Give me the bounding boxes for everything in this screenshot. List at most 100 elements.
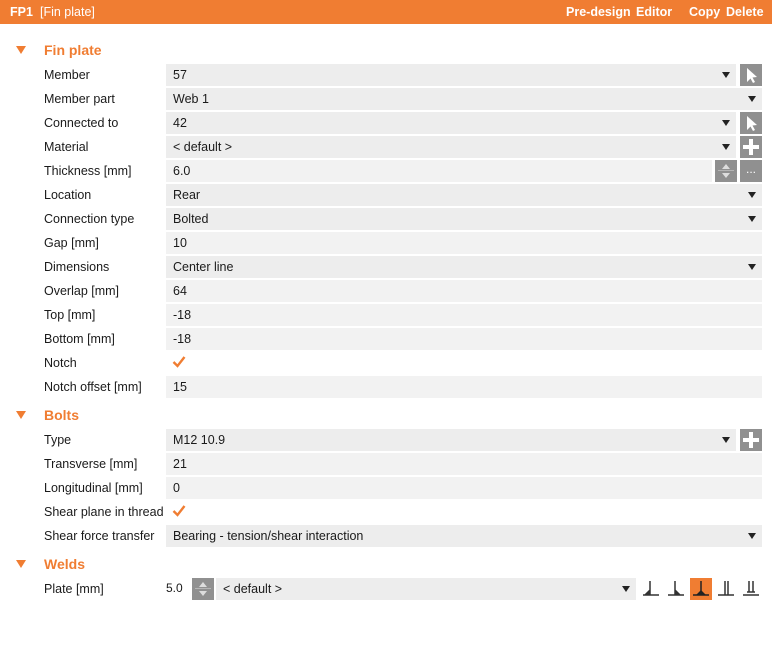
row-plate-weld: Plate [mm] 5.0 < default > [0,578,772,600]
thickness-input[interactable]: 6.0 [166,160,712,182]
row-member: Member 57 [0,64,772,86]
gap-label: Gap [mm] [44,236,99,250]
shear-force-transfer-value: Bearing - tension/shear interaction [173,529,364,543]
member-select[interactable]: 57 [166,64,736,86]
member-part-label: Member part [44,92,115,106]
thickness-value: 6.0 [173,164,191,178]
thickness-stepper[interactable] [715,160,737,182]
row-transverse: Transverse [mm] 21 [0,453,772,475]
material-select[interactable]: < default > [166,136,736,158]
pick-member-button[interactable] [740,64,762,86]
dimensions-select[interactable]: Center line [166,256,762,278]
connection-type-select[interactable]: Bolted [166,208,762,230]
add-material-button[interactable] [740,136,762,158]
step-down-icon[interactable] [722,173,730,178]
top-value: -18 [173,308,192,322]
longitudinal-input[interactable]: 0 [166,477,762,499]
section-bolts[interactable]: Bolts [0,403,772,427]
row-member-part: Member part Web 1 [0,88,772,110]
shear-force-transfer-label: Shear force transfer [44,529,155,543]
thickness-more-button[interactable]: ... [740,160,762,182]
partial-butt-weld-icon[interactable] [740,578,762,600]
stepper-divider [718,170,734,171]
bottom-input[interactable]: -18 [166,328,762,350]
butt-weld-icon[interactable] [715,578,737,600]
row-notch: Notch [0,352,772,374]
item-name: [Fin plate] [40,5,95,19]
section-title: Fin plate [44,42,102,58]
cursor-pick-icon [747,68,757,83]
plate-weld-label: Plate [mm] [44,582,104,596]
section-fin-plate[interactable]: Fin plate [0,38,772,62]
location-label: Location [44,188,92,202]
row-bottom: Bottom [mm] -18 [0,328,772,350]
dimensions-value: Center line [173,260,234,274]
member-part-value: Web 1 [173,92,209,106]
weld-material-value: < default > [223,582,283,596]
both-sided-fillet-weld-icon[interactable] [690,578,712,600]
section-title: Welds [44,556,85,572]
row-longitudinal: Longitudinal [mm] 0 [0,477,772,499]
member-label: Member [44,68,90,82]
row-thickness: Thickness [mm] 6.0 ... [0,160,772,182]
gap-input[interactable]: 10 [166,232,762,254]
top-input[interactable]: -18 [166,304,762,326]
notch-offset-input[interactable]: 15 [166,376,762,398]
row-shear-force-transfer: Shear force transfer Bearing - tension/s… [0,525,772,547]
bolt-type-value: M12 10.9 [173,433,226,447]
chevron-down-icon [622,586,630,592]
location-select[interactable]: Rear [166,184,762,206]
pre-design-button[interactable]: Pre-design [566,5,631,19]
material-value: < default > [173,140,233,154]
section-welds[interactable]: Welds [0,552,772,576]
plus-icon [743,139,759,155]
row-connection-type: Connection type Bolted [0,208,772,230]
chevron-down-icon [748,96,756,102]
shear-force-transfer-select[interactable]: Bearing - tension/shear interaction [166,525,762,547]
member-part-select[interactable]: Web 1 [166,88,762,110]
member-value: 57 [173,68,187,82]
cursor-pick-icon [747,116,757,131]
step-down-icon[interactable] [199,591,207,596]
delete-button[interactable]: Delete [726,5,764,19]
connection-type-label: Connection type [44,212,135,226]
notch-label: Notch [44,356,77,370]
chevron-down-icon [722,120,730,126]
row-overlap: Overlap [mm] 64 [0,280,772,302]
bolt-type-label: Type [44,433,72,447]
fillet-weld-icon[interactable] [640,578,662,600]
weld-size-value[interactable]: 5.0 [166,581,183,595]
chevron-down-icon [748,533,756,539]
shear-plane-label: Shear plane in thread [44,505,164,519]
notch-offset-label: Notch offset [mm] [44,380,142,394]
row-shear-plane: Shear plane in thread [0,501,772,523]
chevron-down-icon [722,144,730,150]
transverse-input[interactable]: 21 [166,453,762,475]
collapse-triangle-icon[interactable] [16,411,26,419]
row-dimensions: Dimensions Center line [0,256,772,278]
connection-type-value: Bolted [173,212,209,226]
connected-to-select[interactable]: 42 [166,112,736,134]
gap-value: 10 [173,236,187,250]
collapse-triangle-icon[interactable] [16,560,26,568]
double-fillet-weld-icon[interactable] [665,578,687,600]
row-material: Material < default > [0,136,772,158]
add-bolt-button[interactable] [740,429,762,451]
collapse-triangle-icon[interactable] [16,46,26,54]
overlap-label: Overlap [mm] [44,284,120,298]
weld-size-stepper[interactable] [192,578,214,600]
shear-plane-checkbox[interactable] [172,504,186,518]
row-gap: Gap [mm] 10 [0,232,772,254]
pick-connected-button[interactable] [740,112,762,134]
bolt-type-select[interactable]: M12 10.9 [166,429,736,451]
chevron-down-icon [722,437,730,443]
copy-button[interactable]: Copy [689,5,720,19]
step-up-icon[interactable] [722,164,730,169]
material-label: Material [44,140,89,154]
weld-material-select[interactable]: < default > [216,578,636,600]
editor-button[interactable]: Editor [636,5,672,19]
longitudinal-label: Longitudinal [mm] [44,481,143,495]
overlap-input[interactable]: 64 [166,280,762,302]
notch-checkbox[interactable] [172,355,186,369]
step-up-icon[interactable] [199,582,207,587]
